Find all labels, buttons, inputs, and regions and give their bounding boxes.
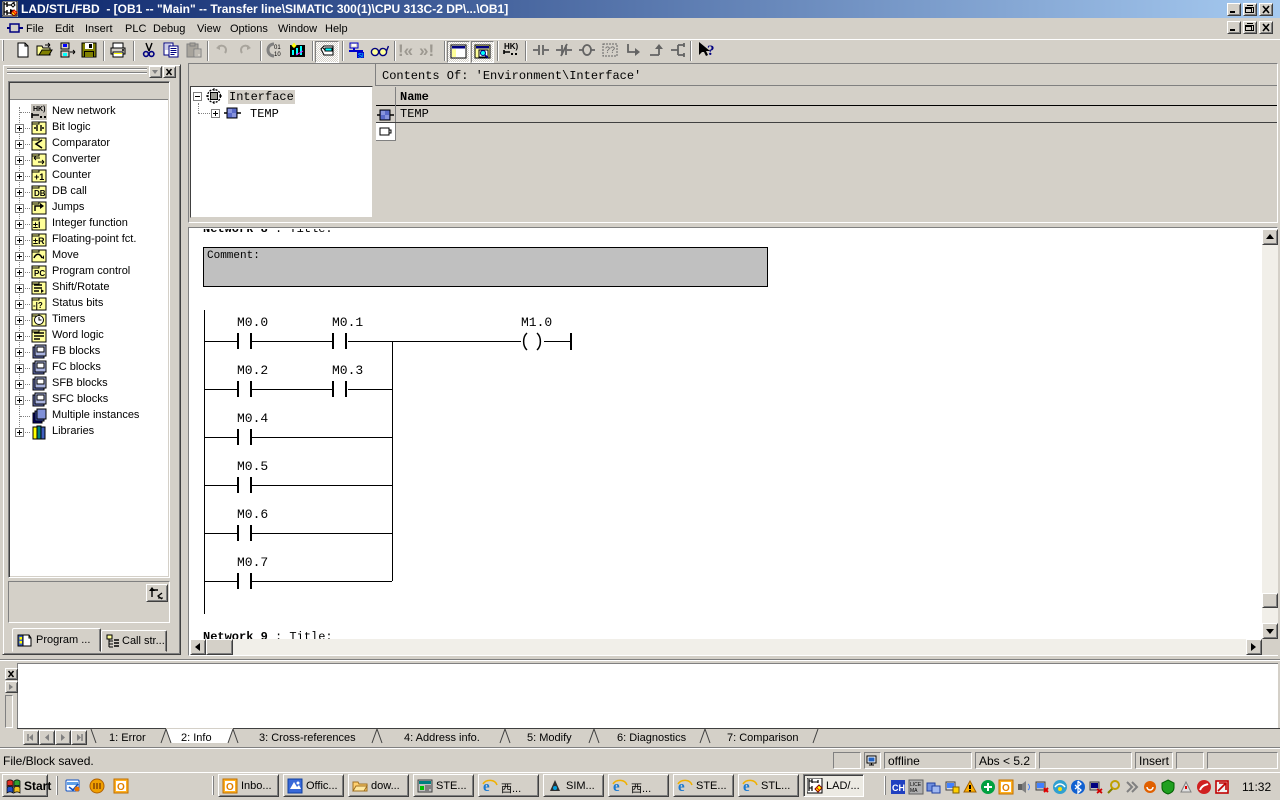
svg-text:O: O [226,782,234,793]
svg-text:10: 10 [274,52,281,58]
svg-text:??: ?? [605,45,615,55]
svg-text:O: O [1002,783,1010,794]
svg-text:HK): HK) [33,106,45,113]
svg-text:±R: ±R [33,236,45,246]
svg-text:±I: ±I [33,220,40,230]
svg-text:PC: PC [34,269,45,278]
svg-text:HK): HK) [504,42,519,51]
svg-text:!«: !« [398,41,413,59]
svg-text:-|?: -|? [33,301,43,310]
svg-text:?: ? [707,43,715,59]
svg-text:DB: DB [34,189,46,198]
svg-text:»!: »! [419,41,434,59]
svg-text:+1: +1 [34,172,44,182]
svg-text:01: 01 [274,45,281,51]
svg-text:SI: SI [358,54,364,59]
svg-text:CH: CH [892,783,905,793]
svg-text:O: O [117,782,125,793]
svg-text:MA: MA [910,788,918,794]
